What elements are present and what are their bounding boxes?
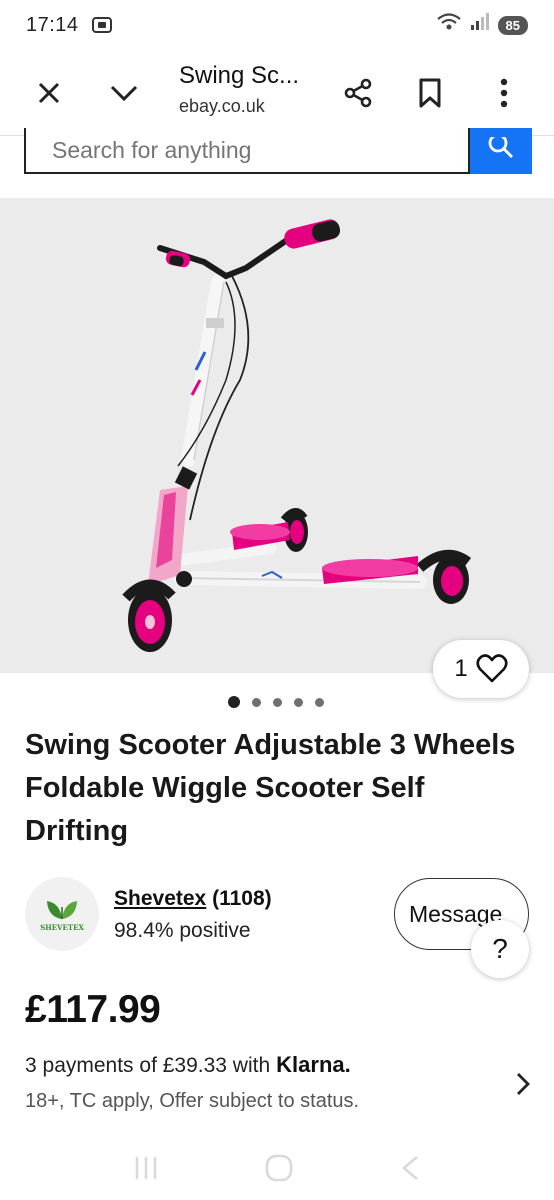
pagination-dot[interactable]: [273, 697, 282, 707]
search-button[interactable]: [470, 128, 532, 174]
klarna-terms: 18+, TC apply, Offer subject to status.: [25, 1090, 360, 1112]
watch-button[interactable]: 1: [433, 640, 529, 698]
pagination-dot[interactable]: [252, 697, 261, 707]
tab-title-area[interactable]: Swing Sc... ebay.co.uk: [179, 62, 329, 117]
seller-positive-rating: 98.4% positive: [114, 919, 251, 942]
search-bar: [24, 128, 532, 174]
chevron-right-icon: [517, 1073, 530, 1095]
close-tab-button[interactable]: [24, 68, 74, 118]
leaf-logo-icon: [47, 900, 77, 919]
pagination-dot[interactable]: [315, 697, 324, 707]
status-time: 17:14: [26, 13, 79, 36]
signal-icon: [470, 12, 490, 38]
seller-name-link[interactable]: Shevetex: [114, 887, 206, 910]
product-image[interactable]: [0, 198, 554, 673]
share-icon: [344, 78, 372, 108]
home-icon: [265, 1154, 293, 1181]
chevron-down-icon: [110, 85, 138, 102]
seller-feedback-count: (1108): [212, 887, 272, 910]
watch-count: 1: [454, 655, 468, 682]
product-title: Swing Scooter Adjustable 3 Wheels Foldab…: [25, 729, 516, 847]
wifi-icon: [436, 12, 462, 38]
search-icon: [488, 137, 513, 158]
klarna-installments-text: 3 payments of £39.33 with: [25, 1054, 271, 1077]
system-nav-bar: [0, 1140, 554, 1200]
product-price: £117.99: [25, 988, 161, 1031]
seller-logo-text: SHEVETEX: [40, 922, 84, 932]
image-pagination: [228, 696, 324, 708]
close-icon: [38, 82, 60, 104]
klarna-payment-option[interactable]: 3 payments of £39.33 with Klarna. 18+, T…: [25, 1052, 530, 1124]
share-button[interactable]: [333, 68, 383, 118]
recent-apps-button[interactable]: [133, 1155, 159, 1186]
klarna-logo: Klarna.: [276, 1052, 351, 1077]
pagination-dot[interactable]: [294, 697, 303, 707]
seller-info: Shevetex (1108) 98.4% positive: [114, 887, 272, 943]
seller-avatar[interactable]: SHEVETEX: [25, 877, 99, 951]
browser-toolbar: Swing Sc... ebay.co.uk: [0, 50, 554, 136]
status-bar: 17:14 85: [0, 0, 554, 50]
recent-apps-icon: [135, 1156, 156, 1179]
screenshot-icon: [91, 15, 113, 35]
pagination-dot[interactable]: [228, 696, 240, 708]
back-icon: [402, 1155, 419, 1180]
help-button[interactable]: ?: [471, 920, 529, 978]
more-vert-icon: [500, 78, 508, 108]
bookmark-button[interactable]: [405, 68, 455, 118]
back-button[interactable]: [399, 1154, 421, 1187]
heart-icon: [476, 654, 508, 683]
page-title: Swing Sc...: [179, 62, 300, 89]
search-input[interactable]: [24, 128, 470, 174]
battery-level: 85: [497, 15, 528, 35]
bookmark-icon: [419, 78, 441, 108]
more-options-button[interactable]: [479, 68, 529, 118]
scooter-image: [122, 219, 472, 652]
minimize-tab-button[interactable]: [99, 68, 149, 118]
home-button[interactable]: [264, 1153, 294, 1188]
page-url: ebay.co.uk: [179, 96, 265, 116]
